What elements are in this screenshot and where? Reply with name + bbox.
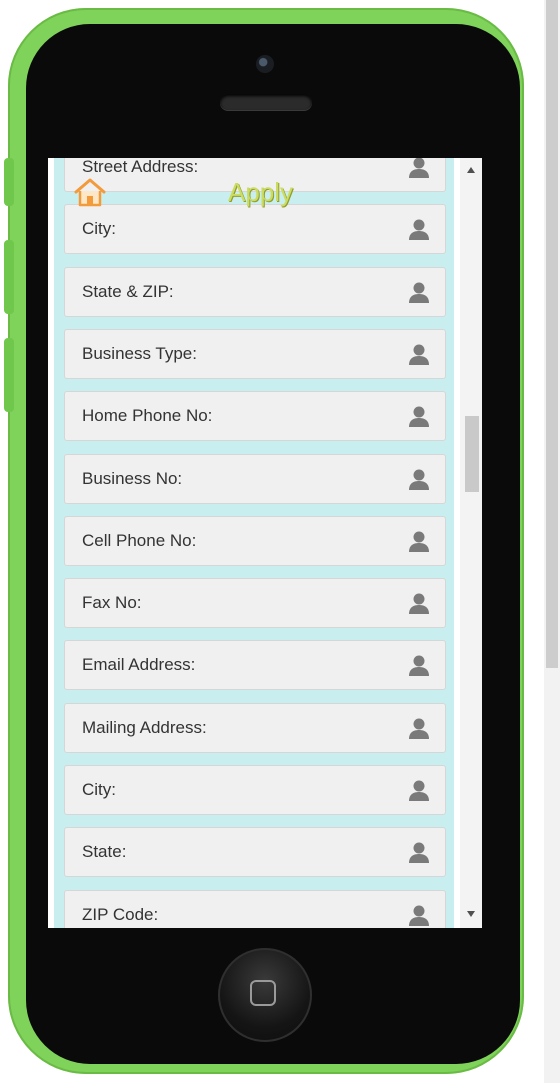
form-field-label: Email Address: [82,655,196,674]
home-button-square-icon [250,980,276,1006]
form-field-label: Cell Phone No: [82,531,197,550]
screen-scrollbar[interactable] [460,158,482,928]
form-field[interactable]: Business No: [64,454,446,504]
form-field[interactable]: Fax No: [64,578,446,628]
form-field[interactable]: City: [64,765,446,815]
form-field-label: ZIP Code: [82,905,159,924]
form-field-label: Business Type: [82,344,197,363]
browser-scrollbar-thumb[interactable] [546,0,558,668]
form-field[interactable]: State & ZIP: [64,267,446,317]
form-field-label: City: [82,219,116,238]
form-field[interactable]: Email Address: [64,640,446,690]
home-icon[interactable] [73,176,107,208]
user-icon [409,842,429,863]
form-field-label: Fax No: [82,593,142,612]
form-field-label: State: [82,842,127,861]
user-icon [409,593,429,614]
scroll-down-arrow-icon[interactable] [466,910,476,918]
form-field-label: Street Address: [82,158,199,176]
form-field[interactable]: Business Type: [64,329,446,379]
phone-volume-down-button [4,338,14,412]
phone-screen: Street Address: City: State & ZIP: Business… [48,158,482,928]
user-icon [409,344,429,365]
user-icon [409,469,429,490]
phone-volume-up-button [4,240,14,314]
screen-scrollbar-thumb[interactable] [465,416,479,492]
form-field[interactable]: State: [64,827,446,877]
form-field[interactable]: Mailing Address: [64,703,446,753]
form-field-label: Business No: [82,469,183,488]
user-icon [409,780,429,801]
user-icon [409,718,429,739]
form-field-label: City: [82,780,116,799]
user-icon [409,282,429,303]
form-content: Street Address: City: State & ZIP: Business… [48,158,460,928]
phone-home-button [218,948,312,1042]
earpiece-speaker [220,94,312,110]
scroll-up-arrow-icon[interactable] [466,166,476,174]
form-field[interactable]: City: [64,204,446,254]
user-icon [409,219,429,240]
form-field-label: Mailing Address: [82,718,207,737]
browser-scrollbar[interactable] [544,0,560,1083]
phone-mute-switch [4,158,14,206]
user-icon [409,158,429,178]
form-field-label: State & ZIP: [82,282,174,301]
form-field-label: Home Phone No: [82,406,213,425]
form-field[interactable]: Cell Phone No: [64,516,446,566]
front-camera [256,55,274,73]
user-icon [409,406,429,427]
user-icon [409,905,429,926]
form-panel: Street Address: City: State & ZIP: Business… [54,158,454,928]
user-icon [409,655,429,676]
form-field[interactable]: Home Phone No: [64,391,446,441]
form-field[interactable]: ZIP Code: [64,890,446,928]
user-icon [409,531,429,552]
page-title: Apply [228,177,294,207]
